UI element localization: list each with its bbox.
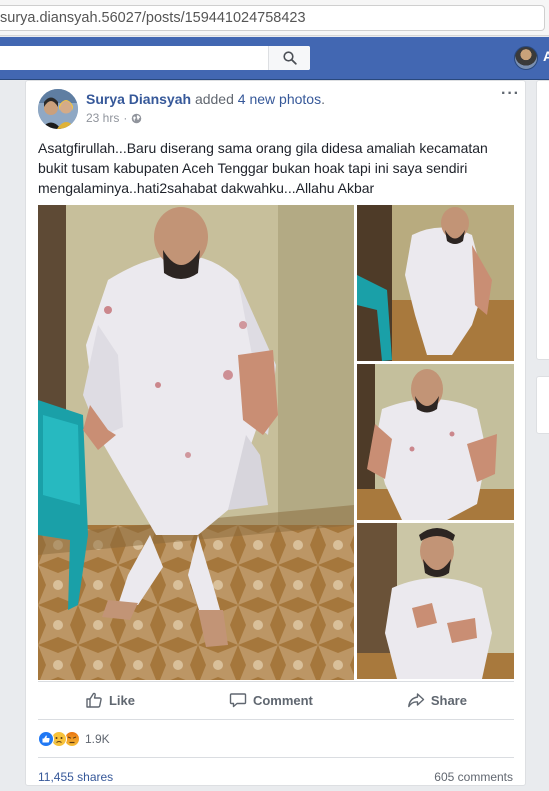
search-input[interactable] xyxy=(0,46,310,70)
reactions-summary[interactable]: 1.9K xyxy=(38,731,110,747)
post-photo-1[interactable] xyxy=(38,205,354,680)
post-text: Asatgfirullah...Baru diserang sama orang… xyxy=(38,138,518,198)
profile-name-initial[interactable]: A xyxy=(543,48,549,64)
more-options-icon[interactable]: ··· xyxy=(501,86,520,102)
post-photo-4[interactable] xyxy=(357,523,514,679)
post-action-text: added xyxy=(191,91,238,107)
thumbs-up-icon xyxy=(86,692,102,708)
browser-url-bar: surya.diansyah.56027/posts/1594410247584… xyxy=(0,0,549,36)
search-button[interactable] xyxy=(268,46,310,70)
like-reaction-icon xyxy=(38,731,54,747)
post-text-line: bukit tusam kabupaten Aceh Tenggar bukan… xyxy=(38,160,468,176)
author-avatar[interactable] xyxy=(38,89,78,129)
divider xyxy=(38,681,514,682)
post-header: Surya Diansyah added 4 new photos. xyxy=(86,91,325,107)
author-name-link[interactable]: Surya Diansyah xyxy=(86,91,191,107)
right-column-card xyxy=(536,80,549,360)
profile-avatar[interactable] xyxy=(514,46,538,70)
comment-icon xyxy=(229,693,247,708)
post-card: Surya Diansyah added 4 new photos. 23 hr… xyxy=(25,80,526,786)
like-label: Like xyxy=(108,692,135,708)
share-button[interactable]: Share xyxy=(407,691,467,709)
url-field[interactable]: surya.diansyah.56027/posts/1594410247584… xyxy=(0,5,545,31)
comment-label: Comment xyxy=(252,692,313,708)
comments-count-link[interactable]: 605 comments xyxy=(434,770,513,784)
share-label: Share xyxy=(430,692,467,708)
post-text-line: mengalaminya..hati2sahabat dakwahku...Al… xyxy=(38,180,375,196)
shares-count-link[interactable]: 11,455 shares xyxy=(38,770,113,784)
globe-icon xyxy=(132,113,142,123)
post-actions-bar: Like Comment Share xyxy=(38,685,514,715)
post-photo-2[interactable] xyxy=(357,205,514,361)
divider xyxy=(38,757,514,758)
new-photos-link[interactable]: 4 new photos xyxy=(238,91,321,107)
post-photo-3[interactable] xyxy=(357,364,514,520)
share-icon xyxy=(407,693,425,708)
facebook-top-bar: A xyxy=(0,37,549,80)
post-action-period: . xyxy=(321,91,325,107)
divider xyxy=(38,719,514,720)
post-meta: 23 hrs · xyxy=(86,111,142,125)
post-timestamp[interactable]: 23 hrs xyxy=(86,111,119,125)
meta-separator: · xyxy=(123,111,128,125)
right-column-card xyxy=(536,376,549,434)
post-text-line: Asatgfirullah...Baru diserang sama orang… xyxy=(38,140,488,156)
search-icon xyxy=(282,51,297,65)
like-button[interactable]: Like xyxy=(85,691,135,709)
reaction-count: 1.9K xyxy=(85,732,110,746)
comment-button[interactable]: Comment xyxy=(229,691,313,709)
